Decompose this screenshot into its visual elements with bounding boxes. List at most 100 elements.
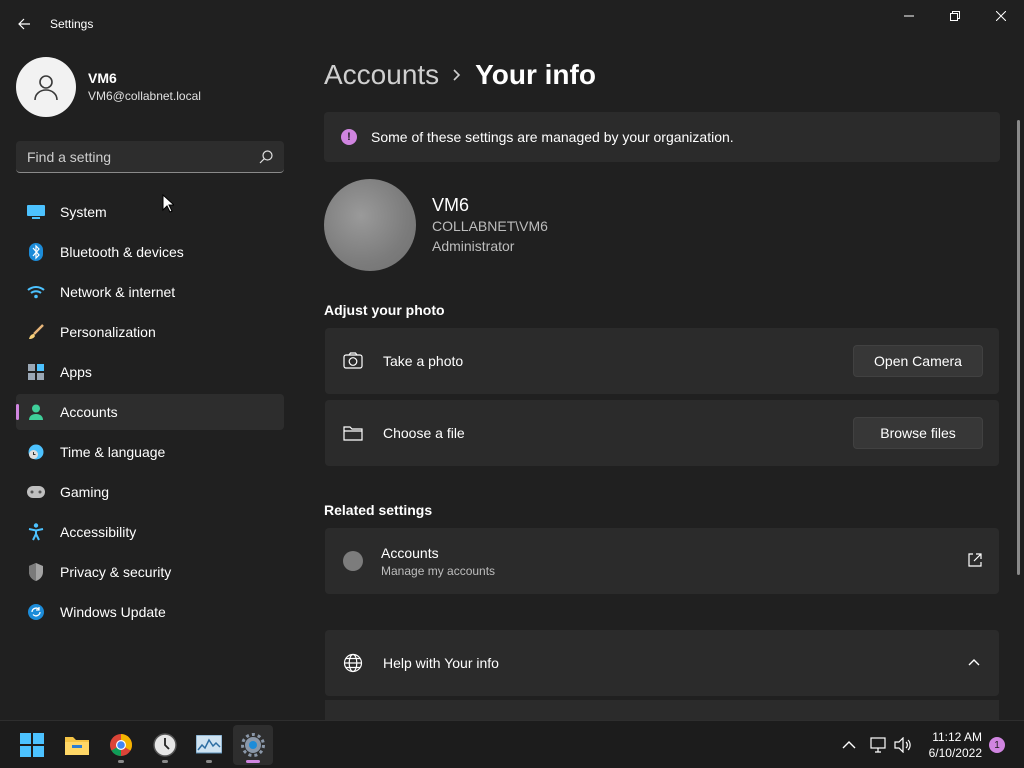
taskbar-chrome[interactable] (101, 725, 141, 765)
sidebar-item-system[interactable]: System (16, 194, 284, 230)
accounts-icon (27, 403, 45, 421)
accounts-circle-icon (343, 551, 363, 571)
related-accounts-sub: Manage my accounts (381, 563, 496, 578)
folder-icon (343, 423, 363, 443)
running-indicator (246, 760, 260, 763)
taskbar-resource-monitor[interactable] (189, 725, 229, 765)
clock-date: 6/10/2022 (928, 746, 982, 760)
user-role: Administrator (432, 238, 515, 254)
sidebar-item-apps[interactable]: Apps (16, 354, 284, 390)
search-icon[interactable] (258, 149, 274, 165)
sidebar-nav: System Bluetooth & devices Network & int… (16, 194, 284, 634)
sidebar-item-gaming[interactable]: Gaming (16, 474, 284, 510)
notice-text: Some of these settings are managed by yo… (371, 129, 734, 145)
user-domain: COLLABNET\VM6 (432, 218, 548, 234)
windows-logo-icon (20, 733, 44, 757)
help-content-partial (325, 700, 999, 720)
start-button[interactable] (12, 725, 52, 765)
sidebar-item-label: Gaming (60, 484, 110, 500)
sidebar-item-label: System (60, 204, 107, 220)
taskbar-clock-app[interactable] (145, 725, 185, 765)
restore-button[interactable] (932, 0, 978, 32)
bluetooth-icon (27, 243, 45, 261)
chevron-right-icon (453, 69, 461, 81)
sidebar-item-time-language[interactable]: Time & language (16, 434, 284, 470)
open-camera-button[interactable]: Open Camera (853, 345, 983, 377)
wifi-icon (27, 283, 45, 301)
clock-time: 11:12 AM (932, 730, 982, 744)
adjust-photo-heading: Adjust your photo (324, 302, 445, 318)
system-tray (842, 721, 912, 768)
help-your-info-expander[interactable]: Help with Your info (325, 630, 999, 696)
apps-icon (27, 363, 45, 381)
browse-files-button[interactable]: Browse files (853, 417, 983, 449)
sidebar-item-label: Time & language (60, 444, 166, 460)
sidebar-item-label: Bluetooth & devices (60, 244, 184, 260)
monitor-chart-icon (196, 735, 222, 754)
sidebar-item-bluetooth[interactable]: Bluetooth & devices (16, 234, 284, 270)
gear-icon (241, 733, 265, 757)
chrome-icon (110, 734, 132, 756)
related-accounts-label: Accounts (381, 544, 439, 561)
search-input[interactable] (16, 141, 256, 172)
running-indicator (162, 760, 168, 763)
window-controls (886, 0, 1024, 32)
sidebar-item-accounts[interactable]: Accounts (16, 394, 284, 430)
sidebar-item-label: Privacy & security (60, 564, 172, 580)
title-bar: Settings (0, 0, 1024, 48)
camera-icon (343, 351, 363, 371)
back-button[interactable] (10, 10, 38, 38)
clock-globe-icon (27, 443, 45, 461)
page-title: Your info (475, 59, 596, 90)
profile-email: VM6@collabnet.local (88, 89, 201, 103)
sidebar-item-label: Personalization (60, 324, 156, 340)
sidebar-item-accessibility[interactable]: Accessibility (16, 514, 284, 550)
minimize-button[interactable] (886, 0, 932, 32)
breadcrumb: Accounts Your info (324, 58, 596, 92)
update-icon (27, 603, 45, 621)
clock-icon (153, 733, 177, 757)
volume-icon[interactable] (894, 737, 912, 753)
user-card: VM6 COLLABNET\VM6 Administrator (324, 179, 548, 271)
sidebar-item-network[interactable]: Network & internet (16, 274, 284, 310)
running-indicator (118, 760, 124, 763)
taskbar-settings[interactable] (233, 725, 273, 765)
restore-icon (950, 11, 960, 21)
main-content: ! Some of these settings are managed by … (324, 112, 1000, 720)
profile-name: VM6 (88, 70, 117, 86)
taskbar-clock[interactable]: 11:12 AM 6/10/2022 (929, 729, 982, 761)
network-icon[interactable] (870, 737, 888, 753)
taskbar: 11:12 AM 6/10/2022 1 (0, 720, 1024, 768)
globe-icon (343, 653, 363, 673)
sidebar-item-privacy[interactable]: Privacy & security (16, 554, 284, 590)
mouse-cursor-icon (162, 194, 174, 213)
avatar (16, 57, 76, 117)
help-label: Help with Your info (383, 655, 499, 671)
shield-icon (27, 563, 45, 581)
breadcrumb-parent-link[interactable]: Accounts (324, 58, 439, 92)
chevron-up-icon[interactable] (842, 740, 856, 750)
choose-file-label: Choose a file (383, 425, 465, 441)
org-managed-notice: ! Some of these settings are managed by … (324, 112, 1000, 162)
sidebar-item-personalization[interactable]: Personalization (16, 314, 284, 350)
brush-icon (27, 323, 45, 341)
related-accounts-link[interactable]: Accounts Manage my accounts (325, 528, 999, 594)
chevron-up-icon[interactable] (968, 658, 980, 666)
notification-badge[interactable]: 1 (989, 737, 1005, 753)
related-settings-heading: Related settings (324, 502, 433, 518)
sidebar-item-label: Windows Update (60, 604, 166, 620)
external-link-icon (968, 553, 982, 567)
close-button[interactable] (978, 0, 1024, 32)
sidebar-item-windows-update[interactable]: Windows Update (16, 594, 284, 630)
take-photo-label: Take a photo (383, 353, 464, 369)
app-title: Settings (50, 17, 94, 31)
sidebar-item-label: Apps (60, 364, 92, 380)
accessibility-icon (27, 523, 45, 541)
sidebar-item-label: Accessibility (60, 524, 137, 540)
taskbar-file-explorer[interactable] (57, 725, 97, 765)
search-box (16, 141, 284, 173)
profile-header: VM6 VM6@collabnet.local (16, 57, 201, 117)
take-photo-row: Take a photo Open Camera (325, 328, 999, 394)
scrollbar[interactable] (1017, 120, 1020, 575)
user-name: VM6 (432, 195, 470, 215)
